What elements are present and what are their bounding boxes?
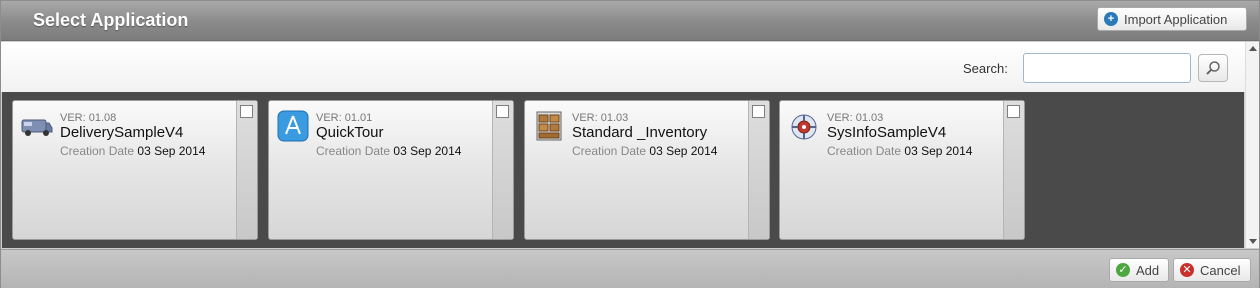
app-version: VER: 01.01	[316, 112, 373, 124]
app-card-sysinfosamplev4[interactable]: VER: 01.03 SysInfoSampleV4 Creation Date…	[779, 100, 1025, 240]
app-card-standard-inventory[interactable]: VER: 01.03 Standard _Inventory Creation …	[524, 100, 770, 240]
cancel-button[interactable]: ✕ Cancel	[1173, 258, 1251, 282]
app-creation-date: Creation Date 03 Sep 2014	[572, 144, 717, 158]
magnifier-icon	[1206, 61, 1220, 75]
app-creation-date: Creation Date 03 Sep 2014	[60, 144, 205, 158]
app-name: Standard _Inventory	[572, 124, 708, 141]
app-select-checkbox[interactable]	[1007, 105, 1020, 118]
cancel-label: Cancel	[1200, 262, 1241, 278]
app-store-icon	[277, 110, 309, 142]
creation-date-value: 03 Sep 2014	[904, 144, 973, 158]
inventory-boxes-icon	[536, 111, 562, 141]
card-select-strip	[748, 101, 769, 239]
vertical-scrollbar[interactable]	[1245, 42, 1259, 248]
check-circle-icon: ✓	[1116, 263, 1130, 277]
app-creation-date: Creation Date 03 Sep 2014	[316, 144, 461, 158]
card-select-strip	[1003, 101, 1024, 239]
select-application-dialog: Select Application + Import Application …	[0, 0, 1260, 288]
search-toolbar: Search:	[1, 42, 1245, 92]
app-select-checkbox[interactable]	[240, 105, 253, 118]
add-button[interactable]: ✓ Add	[1109, 258, 1169, 282]
creation-date-label: Creation Date	[572, 144, 647, 158]
dialog-footer	[1, 249, 1259, 288]
app-name: DeliverySampleV4	[60, 124, 184, 141]
app-version: VER: 01.03	[572, 112, 629, 124]
card-select-strip	[236, 101, 257, 239]
close-circle-icon: ✕	[1180, 263, 1194, 277]
app-select-checkbox[interactable]	[496, 105, 509, 118]
app-name: QuickTour	[316, 124, 384, 141]
search-button[interactable]	[1198, 54, 1228, 82]
app-version: VER: 01.08	[60, 112, 117, 124]
creation-date-value: 03 Sep 2014	[649, 144, 718, 158]
scroll-down-icon[interactable]	[1249, 239, 1257, 244]
import-application-button[interactable]: + Import Application	[1097, 7, 1247, 31]
plus-circle-icon: +	[1104, 12, 1118, 26]
dialog-titlebar: Select Application + Import Application	[1, 1, 1259, 41]
app-select-checkbox[interactable]	[752, 105, 765, 118]
creation-date-label: Creation Date	[316, 144, 391, 158]
card-select-strip	[492, 101, 513, 239]
app-card-quicktour[interactable]: VER: 01.01 QuickTour Creation Date 03 Se…	[268, 100, 514, 240]
dialog-title: Select Application	[33, 10, 189, 30]
creation-date-label: Creation Date	[827, 144, 902, 158]
app-card-deliverysamplev4[interactable]: VER: 01.08 DeliverySampleV4 Creation Dat…	[12, 100, 258, 240]
app-name: SysInfoSampleV4	[827, 124, 947, 141]
app-creation-date: Creation Date 03 Sep 2014	[827, 144, 972, 158]
search-label: Search:	[963, 61, 1008, 76]
search-input[interactable]	[1023, 53, 1191, 83]
system-info-icon	[791, 114, 817, 140]
delivery-van-icon	[21, 119, 53, 136]
scroll-up-icon[interactable]	[1249, 46, 1257, 51]
creation-date-value: 03 Sep 2014	[393, 144, 462, 158]
app-version: VER: 01.03	[827, 112, 884, 124]
creation-date-label: Creation Date	[60, 144, 135, 158]
add-label: Add	[1136, 262, 1160, 278]
import-application-label: Import Application	[1124, 11, 1228, 27]
creation-date-value: 03 Sep 2014	[137, 144, 206, 158]
